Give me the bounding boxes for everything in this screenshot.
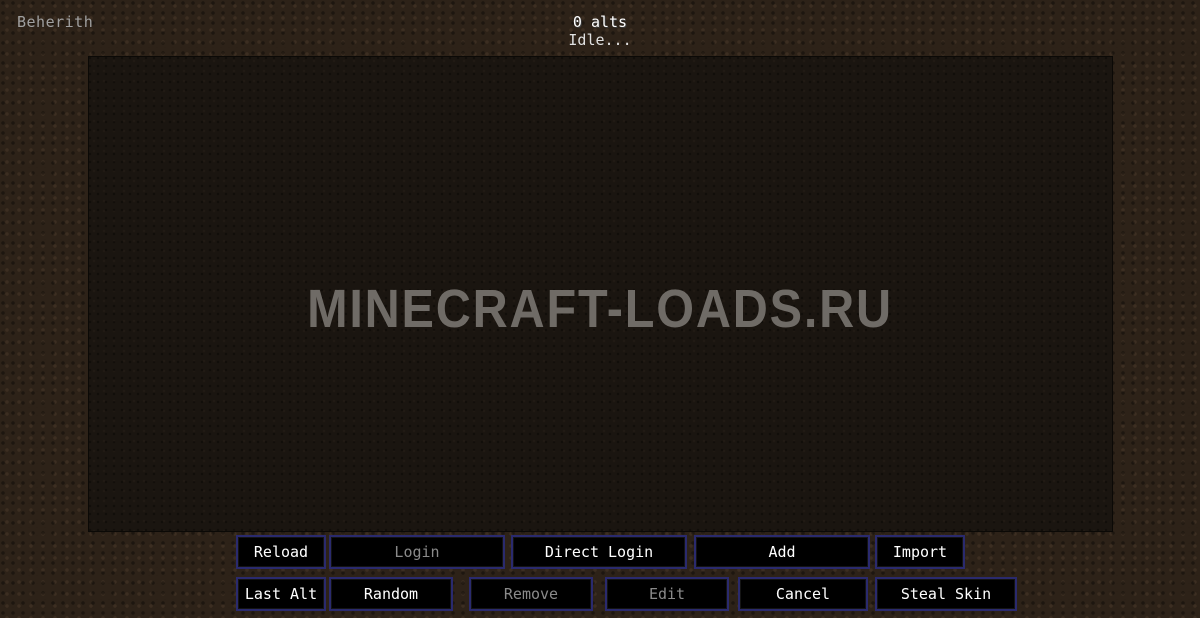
steal-skin-button[interactable]: Steal Skin (875, 577, 1017, 611)
import-button[interactable]: Import (875, 535, 965, 569)
edit-button[interactable]: Edit (605, 577, 729, 611)
reload-button[interactable]: Reload (236, 535, 326, 569)
status-text: Idle... (568, 31, 632, 49)
alt-count: 0 alts (572, 13, 628, 31)
cancel-button[interactable]: Cancel (738, 577, 868, 611)
random-button[interactable]: Random (329, 577, 453, 611)
watermark: MINECRAFT-LOADS.RU (307, 279, 893, 339)
remove-button[interactable]: Remove (469, 577, 593, 611)
direct-login-button[interactable]: Direct Login (511, 535, 687, 569)
last-alt-button[interactable]: Last Alt (236, 577, 326, 611)
login-button[interactable]: Login (329, 535, 505, 569)
header: 0 alts Idle... (0, 13, 1200, 49)
add-button[interactable]: Add (694, 535, 870, 569)
